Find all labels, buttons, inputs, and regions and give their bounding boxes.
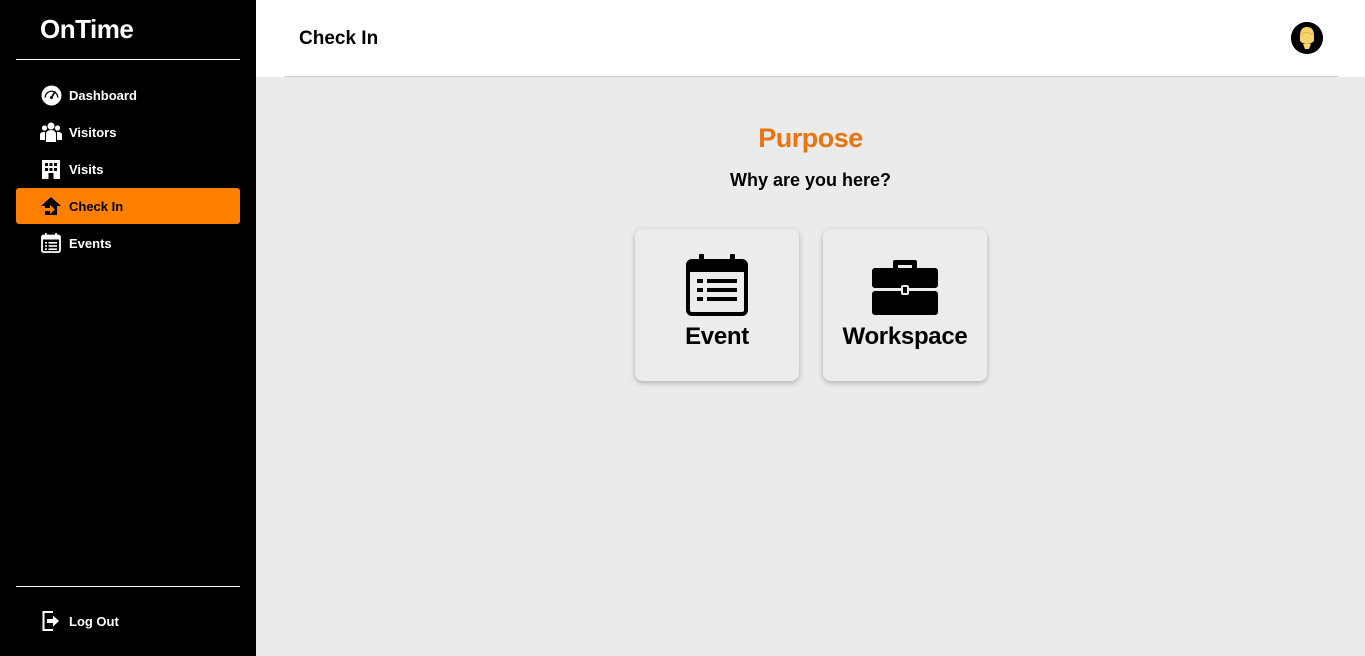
logout-button[interactable]: Log Out	[40, 610, 119, 632]
workspace-option-card[interactable]: Workspace	[823, 229, 987, 381]
brand-logo[interactable]: OnTime	[40, 14, 134, 45]
main-area: Check In Purpose Why are you here? Event…	[256, 0, 1365, 656]
workspace-option-label: Workspace	[842, 323, 968, 350]
purpose-question: Why are you here?	[729, 170, 892, 190]
users-icon	[40, 121, 62, 143]
avatar[interactable]	[1291, 22, 1323, 54]
topbar-divider	[284, 76, 1338, 77]
briefcase-icon	[871, 252, 939, 316]
check-in-arrow-icon	[40, 195, 62, 217]
sidebar-item-visits[interactable]: Visits	[16, 151, 240, 187]
sidebar-item-label: Dashboard	[69, 87, 137, 103]
sidebar-nav: Dashboard Visitors Visits Check In Event…	[16, 77, 240, 262]
app-root: OnTime Dashboard Visitors Visits Check I…	[0, 0, 1365, 656]
event-option-label: Event	[685, 323, 749, 350]
dashboard-gauge-icon	[40, 84, 62, 106]
sidebar-item-label: Events	[69, 235, 112, 251]
sidebar-item-events[interactable]: Events	[16, 225, 240, 261]
building-icon	[40, 158, 62, 180]
event-option-card[interactable]: Event	[635, 229, 799, 381]
sidebar-item-visitors[interactable]: Visitors	[16, 114, 240, 150]
sidebar: OnTime Dashboard Visitors Visits Check I…	[0, 0, 256, 656]
sidebar-divider-top	[16, 59, 240, 60]
sidebar-item-label: Visitors	[69, 124, 117, 140]
sidebar-item-label: Check In	[69, 198, 124, 214]
page-title: Check In	[299, 28, 379, 49]
sidebar-item-label: Visits	[69, 161, 104, 177]
calendar-list-icon	[686, 252, 748, 316]
sidebar-item-check-in[interactable]: Check In	[16, 188, 240, 224]
logout-icon	[40, 610, 62, 632]
top-bar: Check In	[256, 0, 1365, 77]
sidebar-item-dashboard[interactable]: Dashboard	[16, 77, 240, 113]
sidebar-divider-bottom	[16, 586, 240, 587]
calendar-list-icon	[40, 232, 62, 254]
purpose-heading: Purpose	[758, 123, 863, 153]
logout-label: Log Out	[69, 613, 119, 629]
